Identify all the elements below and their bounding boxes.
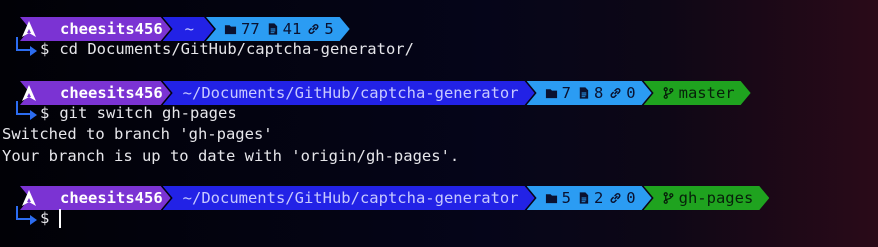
- current-path: ~: [184, 20, 194, 38]
- git-segment: gh-pages: [644, 186, 770, 210]
- arch-linux-icon: [22, 85, 36, 101]
- prompt-connector: [16, 206, 30, 220]
- connector-arrow: [30, 46, 37, 56]
- dir-count: 5: [545, 189, 571, 207]
- folder-icon: [545, 191, 558, 205]
- terminal-window[interactable]: cheesits456 ~ 77 41 5 $ cd Documents/Git…: [0, 0, 878, 247]
- prompt-symbol: $: [40, 104, 50, 122]
- path-segment: ~/Documents/GitHub/captcha-generator: [163, 186, 535, 210]
- connector-arrow: [30, 110, 37, 120]
- git-branch-icon: [662, 191, 675, 205]
- output-line: Your branch is up to date with 'origin/g…: [2, 147, 460, 165]
- link-count: 0: [609, 189, 635, 207]
- prompt-connector: [16, 101, 30, 115]
- branch-name: master: [678, 84, 735, 102]
- username: cheesits456: [60, 189, 163, 207]
- command-text: git switch gh-pages: [59, 104, 237, 122]
- arch-linux-icon: [22, 21, 36, 37]
- prompt-bar: cheesits456 ~/Documents/GitHub/captcha-g…: [0, 186, 878, 210]
- file-count: 2: [577, 189, 603, 207]
- link-icon: [307, 22, 320, 36]
- file-count: 8: [577, 84, 603, 102]
- git-branch-icon: [662, 86, 675, 100]
- dir-count: 77: [224, 20, 260, 38]
- prompt-symbol: $: [40, 40, 50, 58]
- prompt-symbol: $: [40, 209, 50, 227]
- git-segment: master: [644, 81, 751, 105]
- stats-segment: 5 2 0: [527, 186, 652, 210]
- current-path: ~/Documents/GitHub/captcha-generator: [182, 189, 519, 207]
- file-count: 41: [266, 20, 302, 38]
- prompt-block-1: cheesits456 ~ 77 41 5 $ cd Documents/Git…: [0, 17, 878, 58]
- username: cheesits456: [60, 20, 163, 38]
- link-count: 5: [307, 20, 333, 38]
- prompt-connector: [16, 37, 30, 51]
- link-icon: [609, 191, 622, 205]
- current-path: ~/Documents/GitHub/captcha-generator: [182, 84, 519, 102]
- username: cheesits456: [60, 84, 163, 102]
- file-icon: [577, 86, 590, 100]
- file-icon: [266, 22, 279, 36]
- command-text: cd Documents/GitHub/captcha-generator/: [59, 40, 414, 58]
- stats-segment: 7 8 0: [527, 81, 652, 105]
- link-count: 0: [609, 84, 635, 102]
- branch-name: gh-pages: [678, 189, 754, 207]
- arch-linux-icon: [22, 190, 36, 206]
- connector-arrow: [30, 215, 37, 225]
- command-line: $ cd Documents/GitHub/captcha-generator/: [40, 38, 414, 60]
- folder-icon: [224, 22, 237, 36]
- prompt-block-2: cheesits456 ~/Documents/GitHub/captcha-g…: [0, 81, 878, 165]
- text-cursor: [59, 209, 62, 228]
- link-icon: [609, 86, 622, 100]
- command-line: $ git switch gh-pages: [40, 102, 237, 124]
- dir-count: 7: [545, 84, 571, 102]
- output-line: Switched to branch 'gh-pages': [2, 125, 273, 143]
- command-line[interactable]: $: [40, 207, 62, 229]
- prompt-block-3: cheesits456 ~/Documents/GitHub/captcha-g…: [0, 186, 878, 228]
- folder-icon: [545, 86, 558, 100]
- file-icon: [577, 191, 590, 205]
